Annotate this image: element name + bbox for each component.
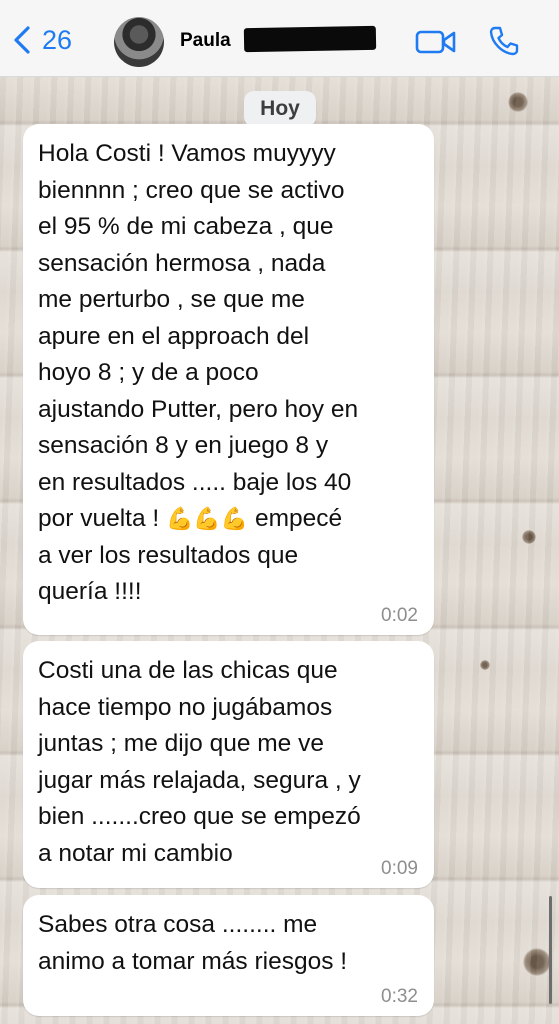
redaction-mark [243,25,377,53]
date-separator: Hoy [244,91,316,127]
message-time: 0:02 [381,605,418,626]
message-bubble[interactable]: Costi una de las chicas que hace tiempo … [23,641,434,888]
message-text: Hola Costi ! Vamos muyyyy biennnn ; creo… [38,140,359,605]
message-time: 0:09 [381,858,418,879]
flexed-biceps-emoji: 💪💪💪 [166,506,249,531]
chevron-left-icon [14,26,30,54]
message-bubble[interactable]: Sabes otra cosa ........ me animo a toma… [23,895,434,1016]
message-time: 0:32 [381,986,418,1007]
message-bubble[interactable]: Hola Costi ! Vamos muyyyy biennnn ; creo… [23,124,434,635]
phone-icon[interactable] [487,24,521,58]
message-text: Sabes otra cosa ........ me animo a toma… [38,911,348,975]
message-text: Costi una de las chicas que hace tiempo … [38,657,361,867]
scrollbar[interactable] [549,896,552,1004]
unread-count: 26 [42,24,73,55]
video-camera-icon[interactable] [414,27,458,57]
contact-name[interactable]: Paula [180,30,231,52]
back-button[interactable]: 26 [12,22,72,58]
avatar[interactable] [114,17,164,67]
chat-header: 26 Paula [0,0,559,77]
